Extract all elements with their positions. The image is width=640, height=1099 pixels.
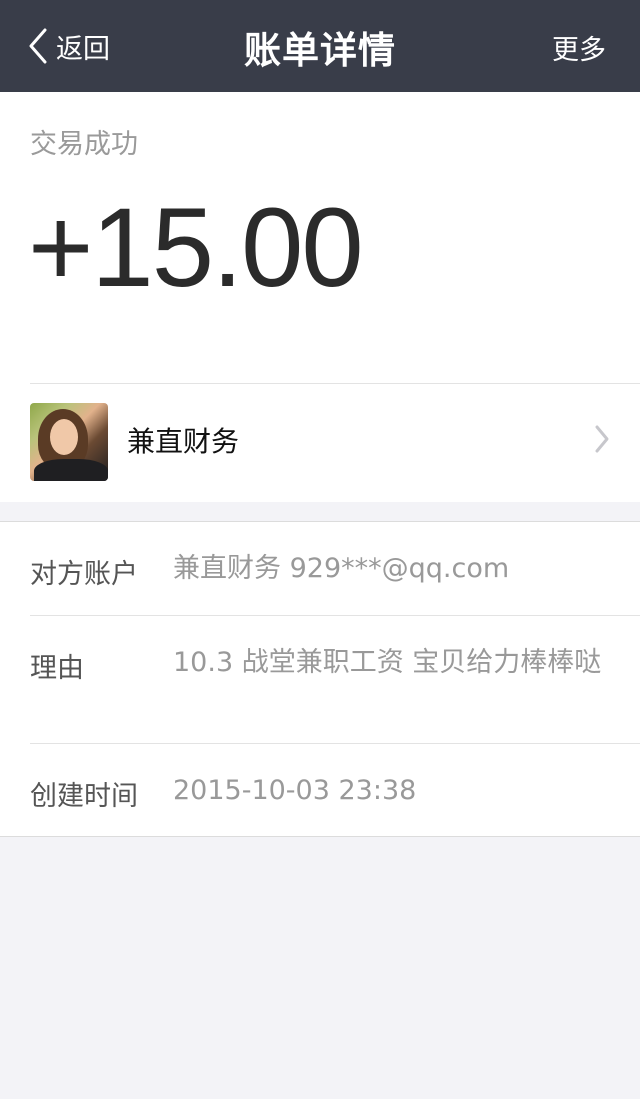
chevron-right-icon xyxy=(594,424,610,458)
transaction-details: 对方账户 兼直财务 929***@qq.com 理由 10.3 战堂兼职工资 宝… xyxy=(0,521,640,837)
detail-row-account: 对方账户 兼直财务 929***@qq.com xyxy=(0,522,640,615)
detail-value: 10.3 战堂兼职工资 宝贝给力棒棒哒 xyxy=(173,647,602,678)
payer-row[interactable]: 兼直财务 xyxy=(0,384,640,501)
detail-row-reason: 理由 10.3 战堂兼职工资 宝贝给力棒棒哒 xyxy=(0,616,640,743)
detail-label: 对方账户 xyxy=(30,559,138,590)
more-button[interactable]: 更多 xyxy=(552,28,606,67)
transaction-amount: +15.00 xyxy=(28,185,364,310)
page-title: 账单详情 xyxy=(244,29,396,72)
detail-row-created-time: 创建时间 2015-10-03 23:38 xyxy=(0,744,640,837)
navigation-bar: 返回 账单详情 更多 xyxy=(0,0,640,92)
transaction-status: 交易成功 xyxy=(30,129,138,160)
avatar xyxy=(30,403,108,481)
transaction-summary: 交易成功 +15.00 兼直财务 xyxy=(0,92,640,502)
detail-label: 理由 xyxy=(30,653,84,684)
detail-value: 2015-10-03 23:38 xyxy=(173,775,417,806)
detail-label: 创建时间 xyxy=(30,781,138,812)
payer-name: 兼直财务 xyxy=(127,425,240,458)
detail-value: 兼直财务 929***@qq.com xyxy=(173,553,510,584)
